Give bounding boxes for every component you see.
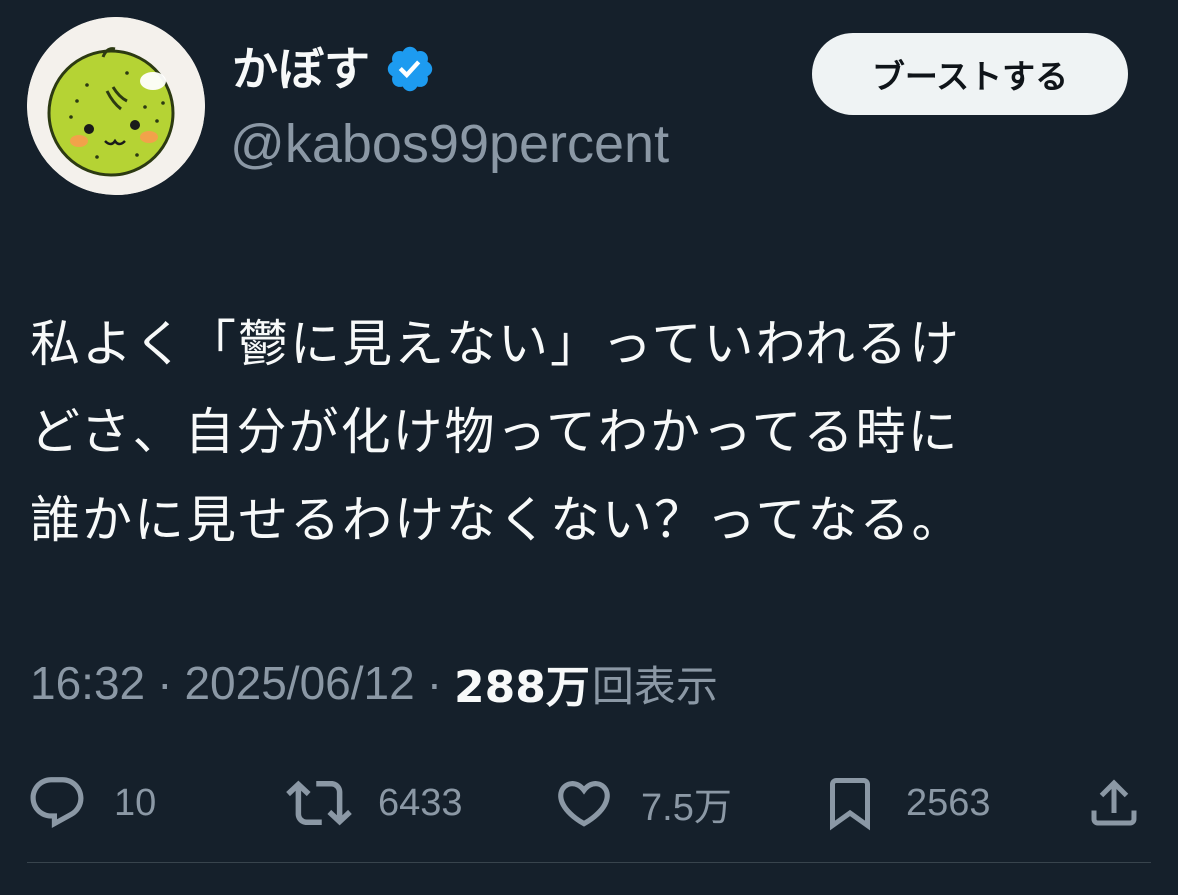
views-label: 回表示 [591,661,718,711]
divider [27,862,1151,863]
tweet-text: 私よく「鬱に見えない」っていわれるけ どさ、自分が化け物ってわかってる時に 誰か… [30,300,1160,564]
share-icon [1091,779,1137,826]
heart-icon [558,781,610,827]
meta-separator: · [426,657,443,709]
meta-separator: · [157,657,173,709]
repost-button[interactable]: 6433 [286,770,463,836]
boost-button[interactable]: ブーストする [812,33,1128,115]
action-bar: 10 6433 7.5万 2563 [0,770,1178,836]
repost-icon [286,780,352,826]
bookmark-count: 2563 [906,781,991,824]
bookmark-icon [830,778,870,831]
tweet-line: 私よく「鬱に見えない」っていわれるけ [30,315,961,373]
tweet-date[interactable]: 2025/06/12 [184,656,414,710]
reply-icon [30,777,84,829]
kabosu-character-icon [27,17,205,195]
tweet-meta: 16:32 · 2025/06/12 · 288万 回表示 [30,650,718,716]
author-name-row: かぼす [232,36,436,102]
tweet-line: 誰かに見せるわけなくない？ってなる。 [30,491,964,549]
tweet-line: どさ、自分が化け物ってわかってる時に [30,403,960,461]
repost-count: 6433 [378,781,463,824]
tweet-time[interactable]: 16:32 [30,656,145,710]
verified-badge-icon[interactable] [384,43,436,95]
display-name[interactable]: かぼす [232,36,370,102]
views-count[interactable]: 288万 [454,651,590,715]
author-handle[interactable]: @kabos99percent [230,112,669,176]
bookmark-button[interactable]: 2563 [820,770,991,836]
share-button[interactable] [1084,770,1144,836]
like-count: 7.5万 [641,786,732,829]
like-button[interactable]: 7.5万 [553,770,732,836]
reply-button[interactable]: 10 [26,770,156,836]
reply-count: 10 [114,781,157,824]
avatar[interactable] [27,17,205,195]
